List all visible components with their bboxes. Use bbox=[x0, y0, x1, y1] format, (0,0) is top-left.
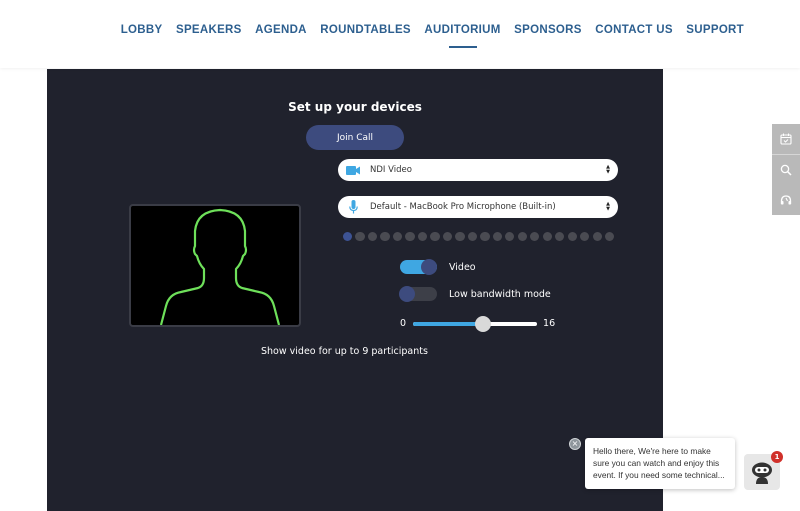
side-toolbar bbox=[772, 124, 800, 215]
camera-select[interactable]: NDI Video ▲ ▼ bbox=[338, 159, 618, 181]
audio-level-dot bbox=[567, 232, 577, 242]
audio-level-dot bbox=[430, 232, 440, 242]
slider-min-label: 0 bbox=[400, 318, 407, 329]
headset-icon bbox=[780, 195, 792, 205]
nav-support[interactable]: SUPPORT bbox=[686, 24, 744, 42]
chat-close-button[interactable]: × bbox=[569, 438, 581, 450]
slider-max-label: 16 bbox=[543, 318, 556, 329]
video-toggle[interactable] bbox=[400, 259, 437, 275]
audio-level-dot bbox=[367, 232, 378, 242]
audio-level-dot bbox=[343, 232, 353, 242]
audio-level-dot bbox=[605, 232, 615, 242]
top-navigation-bar: LOBBY SPEAKERS AGENDA ROUNDTABLES AUDITO… bbox=[0, 0, 800, 68]
audio-level-dot bbox=[405, 232, 415, 242]
audio-level-dot bbox=[530, 232, 540, 242]
join-call-button[interactable]: Join Call bbox=[306, 125, 404, 150]
setup-title: Set up your devices bbox=[288, 100, 422, 114]
microphone-icon bbox=[338, 200, 368, 214]
slider-fill bbox=[413, 321, 483, 326]
audio-level-dot bbox=[392, 232, 403, 242]
robot-icon bbox=[752, 462, 772, 484]
chat-greeting-bubble[interactable]: Hello there, We're here to make sure you… bbox=[585, 438, 735, 489]
audio-level-dot bbox=[442, 232, 453, 242]
calendar-tool-button[interactable] bbox=[772, 124, 800, 155]
nav-contact-us[interactable]: CONTACT US bbox=[595, 24, 673, 42]
audio-level-dot bbox=[480, 232, 490, 242]
nav-auditorium[interactable]: AUDITORIUM bbox=[424, 24, 500, 42]
audio-level-dot bbox=[467, 232, 478, 242]
video-preview bbox=[129, 204, 301, 327]
audio-level-dot bbox=[417, 232, 428, 242]
nav-speakers[interactable]: SPEAKERS bbox=[176, 24, 242, 42]
audio-level-dot bbox=[505, 232, 515, 242]
person-silhouette-icon bbox=[159, 208, 281, 325]
slider-thumb[interactable] bbox=[474, 315, 491, 332]
nav-roundtables[interactable]: ROUNDTABLES bbox=[320, 24, 411, 42]
microphone-select[interactable]: Default - MacBook Pro Microphone (Built-… bbox=[338, 196, 618, 218]
search-icon bbox=[780, 164, 792, 176]
select-arrows-icon: ▲ ▼ bbox=[606, 201, 610, 212]
participants-caption: Show video for up to 9 participants bbox=[261, 346, 428, 357]
bandwidth-toggle-row: Low bandwidth mode bbox=[399, 286, 551, 302]
main-nav: LOBBY SPEAKERS AGENDA ROUNDTABLES AUDITO… bbox=[107, 24, 744, 42]
audio-level-dot bbox=[580, 232, 590, 242]
search-tool-button[interactable] bbox=[772, 155, 800, 185]
microphone-select-value: Default - MacBook Pro Microphone (Built-… bbox=[370, 202, 556, 212]
audio-level-dot bbox=[517, 232, 527, 242]
low-bandwidth-toggle[interactable] bbox=[399, 286, 437, 302]
participants-slider[interactable] bbox=[413, 315, 538, 332]
camera-select-value: NDI Video bbox=[370, 165, 412, 175]
audio-level-dot bbox=[355, 232, 365, 242]
nav-sponsors[interactable]: SPONSORS bbox=[514, 24, 582, 42]
select-arrows-icon: ▲ ▼ bbox=[606, 164, 610, 175]
support-tool-button[interactable] bbox=[772, 185, 800, 215]
audio-level-meter bbox=[343, 232, 615, 242]
audio-level-dot bbox=[542, 232, 552, 242]
participants-slider-row: 0 16 bbox=[400, 315, 556, 332]
unread-badge: 1 bbox=[771, 451, 783, 463]
video-camera-icon bbox=[338, 165, 368, 175]
video-toggle-label: Video bbox=[449, 261, 476, 273]
audio-level-dot bbox=[380, 232, 390, 242]
nav-lobby[interactable]: LOBBY bbox=[121, 24, 163, 42]
low-bandwidth-label: Low bandwidth mode bbox=[449, 288, 551, 300]
video-toggle-row: Video bbox=[400, 259, 476, 275]
audio-level-dot bbox=[592, 232, 602, 242]
audio-level-dot bbox=[492, 232, 502, 242]
calendar-check-icon bbox=[780, 133, 792, 145]
nav-agenda[interactable]: AGENDA bbox=[255, 24, 307, 42]
audio-level-dot bbox=[455, 232, 465, 242]
audio-level-dot bbox=[555, 232, 565, 242]
